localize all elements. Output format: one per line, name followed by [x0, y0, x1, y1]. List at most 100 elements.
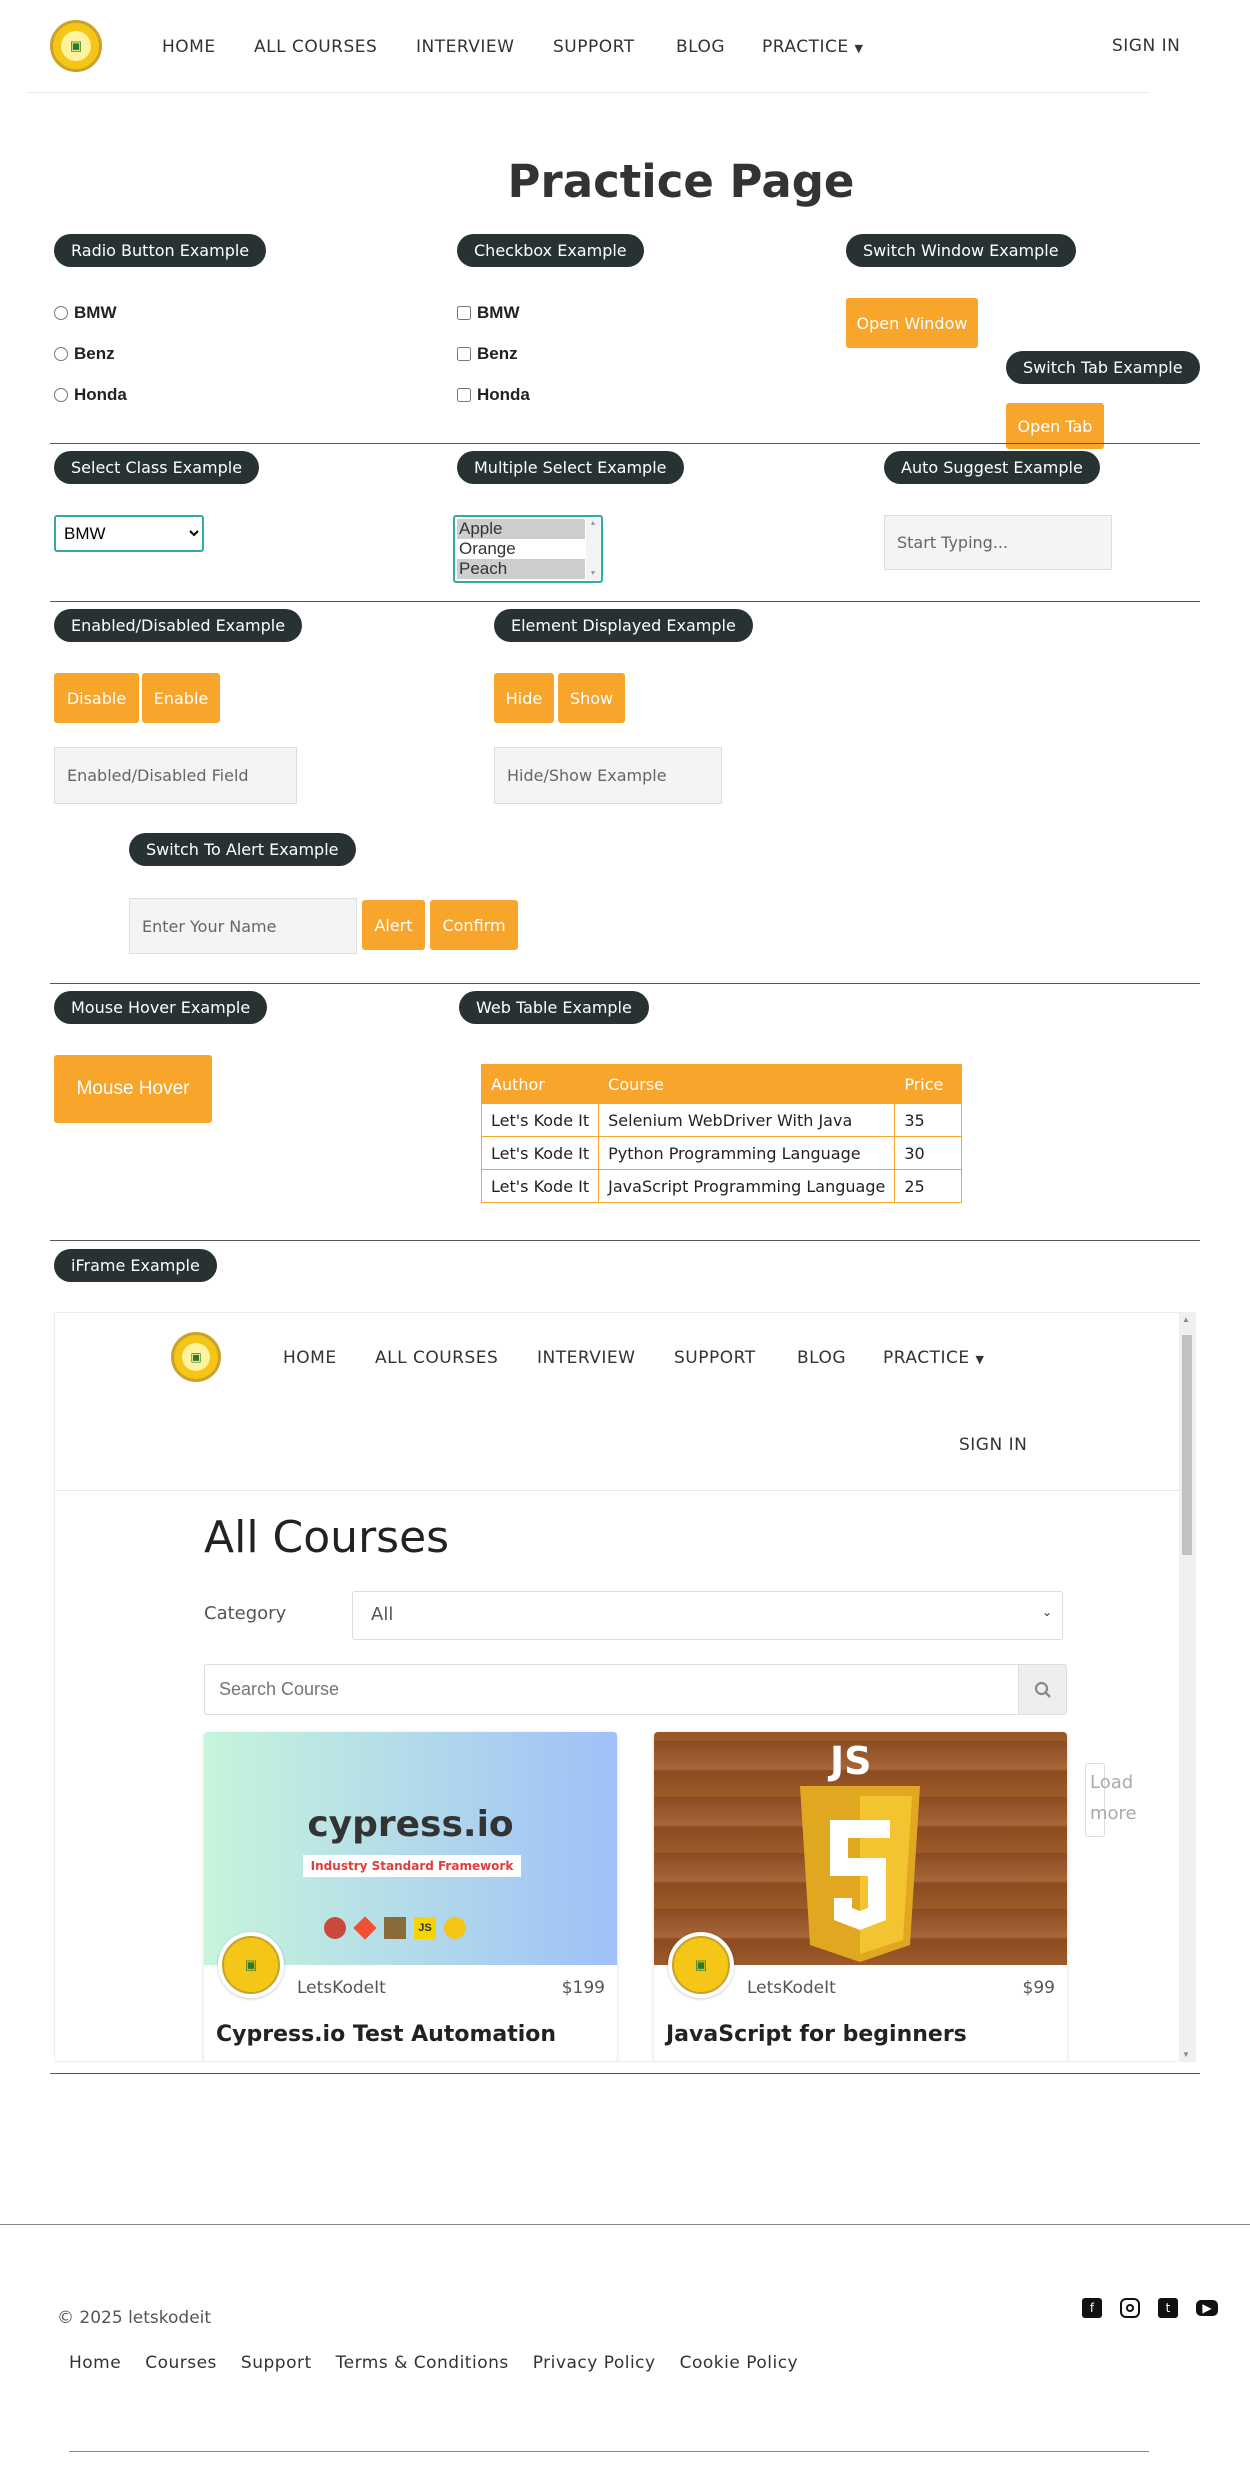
search-icon: [1034, 1681, 1051, 1698]
scroll-down-icon: ▼: [589, 570, 597, 577]
disable-button[interactable]: Disable: [54, 673, 139, 723]
iframe-scroll-thumb[interactable]: [1182, 1335, 1192, 1555]
radio-honda-label: Honda: [74, 385, 127, 404]
footer-link-cookie[interactable]: Cookie Policy: [680, 2353, 799, 2373]
letskodeit-icon: [444, 1917, 466, 1939]
fruit-option-orange[interactable]: Orange: [457, 539, 585, 559]
facebook-icon[interactable]: f: [1082, 2298, 1102, 2318]
footer-link-terms[interactable]: Terms & Conditions: [336, 2353, 509, 2373]
radio-benz[interactable]: Benz: [54, 344, 115, 364]
youtube-icon[interactable]: ▶: [1196, 2300, 1218, 2316]
iframe-scrollbar[interactable]: ▲ ▼: [1179, 1313, 1195, 2061]
radio-benz-input[interactable]: [54, 347, 68, 361]
site-logo[interactable]: ▣: [50, 20, 102, 72]
autosuggest-input[interactable]: [884, 515, 1112, 570]
switch-window-title: Switch Window Example: [846, 234, 1076, 267]
iframe-nav-blog[interactable]: BLOG: [797, 1348, 846, 1368]
course-card-cypress[interactable]: cypress.io Industry Standard Framework J…: [204, 1732, 617, 2061]
nav-interview[interactable]: INTERVIEW: [416, 37, 514, 57]
page-title: Practice Page: [507, 155, 855, 208]
fruit-option-peach[interactable]: Peach: [457, 559, 585, 579]
iframe-heading: All Courses: [204, 1512, 450, 1563]
git-icon: [353, 1916, 377, 1940]
scroll-up-icon: ▲: [1182, 1315, 1190, 1324]
nav-all-courses[interactable]: ALL COURSES: [254, 37, 377, 57]
checkbox-honda-input[interactable]: [457, 388, 471, 402]
enabled-disabled-field[interactable]: [54, 747, 297, 804]
multiple-select-title: Multiple Select Example: [457, 451, 684, 484]
iframe-nav-home[interactable]: HOME: [283, 1348, 337, 1368]
category-select-value: All: [371, 1604, 394, 1625]
table-cell-price: 30: [894, 1136, 963, 1170]
scroll-up-icon: ▲: [589, 520, 597, 527]
radio-honda-input[interactable]: [54, 388, 68, 402]
iframe-site-logo[interactable]: ▣: [171, 1332, 221, 1382]
instagram-icon[interactable]: [1120, 2298, 1140, 2318]
fruit-multiselect[interactable]: Apple Orange Peach ▲ ▼: [453, 515, 603, 583]
car-select[interactable]: BMW: [54, 515, 204, 552]
course-title[interactable]: JavaScript for beginners: [666, 2022, 967, 2047]
section-divider-4: [50, 1240, 1200, 1241]
table-cell-course: JavaScript Programming Language: [598, 1169, 896, 1203]
select-class-title: Select Class Example: [54, 451, 260, 484]
iframe-nav-support[interactable]: SUPPORT: [674, 1348, 756, 1368]
footer-link-support[interactable]: Support: [241, 2353, 312, 2373]
enable-button[interactable]: Enable: [142, 673, 220, 723]
nav-sign-in[interactable]: SIGN IN: [1112, 36, 1180, 56]
confirm-button[interactable]: Confirm: [430, 900, 518, 950]
course-price: $99: [1022, 1978, 1055, 1998]
category-select[interactable]: All ⌄: [352, 1591, 1063, 1640]
nav-practice-label: PRACTICE: [762, 37, 849, 57]
iframe-nav-interview[interactable]: INTERVIEW: [537, 1348, 635, 1368]
hide-button[interactable]: Hide: [494, 673, 554, 723]
footer-link-home[interactable]: Home: [69, 2353, 121, 2373]
twitter-icon[interactable]: t: [1158, 2298, 1178, 2318]
checkbox-honda[interactable]: Honda: [457, 385, 530, 405]
table-cell-price: 35: [894, 1103, 963, 1137]
iframe-nav-all-courses[interactable]: ALL COURSES: [375, 1348, 498, 1368]
radio-bmw-input[interactable]: [54, 306, 68, 320]
radio-bmw[interactable]: BMW: [54, 303, 116, 323]
checkbox-bmw[interactable]: BMW: [457, 303, 519, 323]
mouse-hover-button[interactable]: Mouse Hover: [54, 1055, 212, 1123]
nav-blog[interactable]: BLOG: [676, 37, 725, 57]
footer-link-courses[interactable]: Courses: [145, 2353, 217, 2373]
checkbox-bmw-input[interactable]: [457, 306, 471, 320]
table-cell-course: Selenium WebDriver With Java: [598, 1103, 896, 1137]
section-divider-2: [50, 601, 1200, 602]
nav-support[interactable]: SUPPORT: [553, 37, 635, 57]
checkbox-benz[interactable]: Benz: [457, 344, 518, 364]
nav-home[interactable]: HOME: [162, 37, 216, 57]
course-search-button[interactable]: [1018, 1664, 1067, 1715]
iframe-nav-practice[interactable]: PRACTICE ▼: [883, 1348, 984, 1368]
course-card-javascript[interactable]: JS ▣ LetsKodeIt $99 JavaScript for begin…: [654, 1732, 1067, 2061]
caret-down-icon: ▼: [854, 42, 864, 55]
displayed-text-field[interactable]: [494, 747, 722, 804]
caret-down-icon: ▼: [975, 1353, 985, 1366]
table-cell-author: Let's Kode It: [480, 1136, 600, 1170]
checkbox-bmw-label: BMW: [477, 303, 520, 322]
course-title[interactable]: Cypress.io Test Automation: [216, 2022, 556, 2047]
table-header-price: Price: [894, 1064, 963, 1104]
course-search-input[interactable]: [204, 1664, 1019, 1715]
table-row: Let's Kode It Python Programming Languag…: [480, 1136, 963, 1170]
checkbox-benz-input[interactable]: [457, 347, 471, 361]
load-more-button[interactable]: Load more: [1085, 1763, 1137, 1837]
multiselect-scrollbar[interactable]: ▲ ▼: [586, 518, 600, 580]
courses-iframe[interactable]: ▣ HOME ALL COURSES INTERVIEW SUPPORT BLO…: [54, 1312, 1196, 2062]
alert-button[interactable]: Alert: [362, 900, 425, 950]
category-label: Category: [204, 1603, 287, 1624]
radio-honda[interactable]: Honda: [54, 385, 127, 405]
nav-practice[interactable]: PRACTICE ▼: [762, 37, 863, 57]
mouse-hover-title: Mouse Hover Example: [54, 991, 268, 1024]
show-button[interactable]: Show: [558, 673, 625, 723]
copyright: © 2025 letskodeit: [57, 2308, 212, 2328]
iframe-nav-sign-in[interactable]: SIGN IN: [959, 1435, 1027, 1455]
name-input[interactable]: [129, 898, 357, 954]
iframe-nav-divider: [55, 1490, 1181, 1491]
chevron-down-icon: ⌄: [1041, 1605, 1052, 1619]
alert-section-title: Switch To Alert Example: [129, 833, 356, 866]
fruit-option-apple[interactable]: Apple: [457, 519, 585, 539]
footer-link-privacy[interactable]: Privacy Policy: [533, 2353, 656, 2373]
open-window-button[interactable]: Open Window: [846, 298, 978, 348]
